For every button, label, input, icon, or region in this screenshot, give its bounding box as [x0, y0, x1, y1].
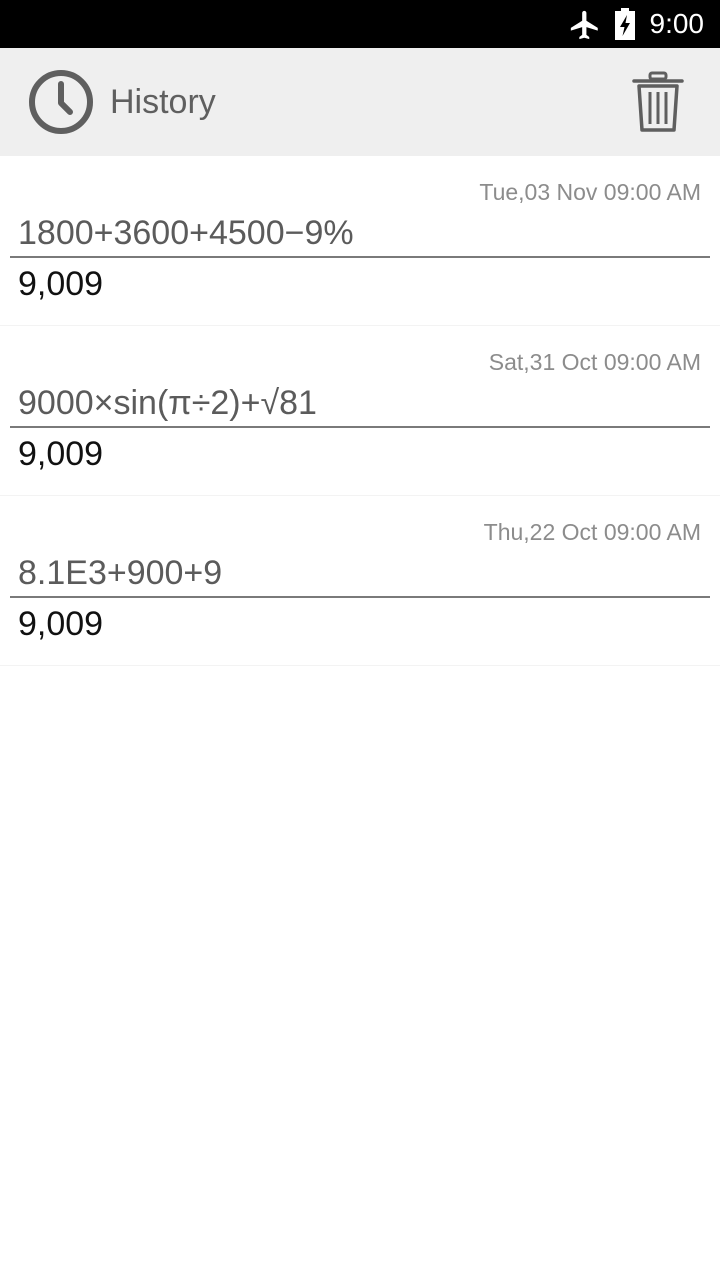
history-item-expression: 1800+3600+4500−9% — [18, 214, 354, 252]
trash-icon — [632, 71, 684, 132]
divider — [10, 426, 710, 428]
status-bar: 9:00 — [0, 0, 720, 48]
history-item-expression: 8.1E3+900+9 — [18, 554, 223, 592]
divider — [10, 256, 710, 258]
history-item-result: 9,009 — [18, 265, 104, 303]
history-clock-icon — [29, 70, 93, 134]
history-item-date: Tue,03 Nov 09:00 AM — [479, 179, 701, 205]
history-item[interactable]: Tue,03 Nov 09:00 AM 1800+3600+4500−9% 9,… — [0, 156, 720, 326]
history-item-result: 9,009 — [18, 605, 104, 643]
page-title: History — [110, 83, 216, 121]
history-item[interactable]: Sat,31 Oct 09:00 AM 9000×sin(π÷2)+√81 9,… — [0, 326, 720, 496]
history-list: Tue,03 Nov 09:00 AM 1800+3600+4500−9% 9,… — [0, 156, 720, 666]
history-item-date: Thu,22 Oct 09:00 AM — [483, 519, 701, 545]
divider — [10, 596, 710, 598]
history-item[interactable]: Thu,22 Oct 09:00 AM 8.1E3+900+9 9,009 — [0, 496, 720, 666]
battery-charging-icon — [615, 8, 635, 40]
airplane-mode-icon — [570, 10, 598, 40]
status-time: 9:00 — [649, 8, 705, 39]
history-item-result: 9,009 — [18, 435, 104, 473]
app-bar: History — [0, 48, 720, 156]
history-item-date: Sat,31 Oct 09:00 AM — [488, 349, 701, 375]
history-item-expression: 9000×sin(π÷2)+√81 — [18, 384, 317, 422]
clear-history-button[interactable] — [626, 68, 690, 136]
